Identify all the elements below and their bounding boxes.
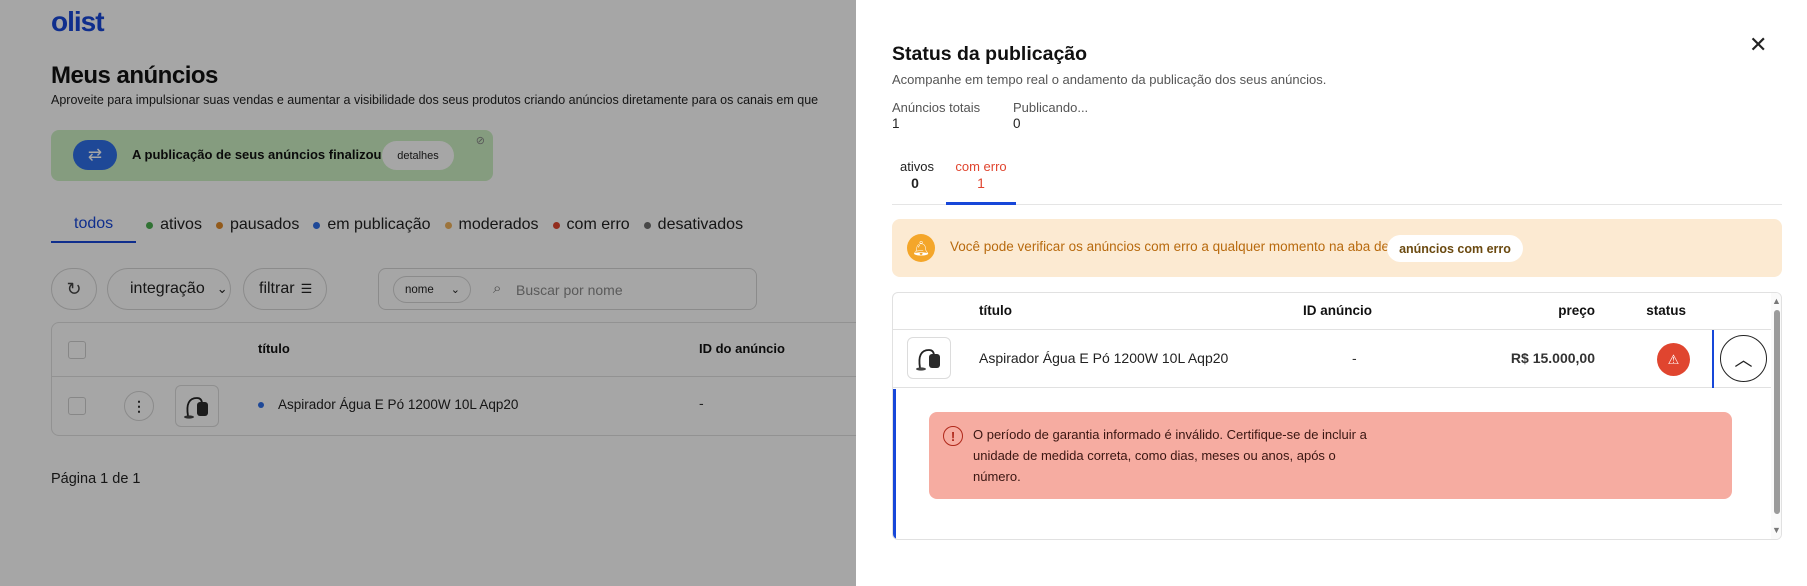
- stat-value: 0: [1013, 116, 1021, 131]
- listing-title: Aspirador Água E Pó 1200W 10L Aqp20: [979, 350, 1229, 366]
- chevron-up-icon: ︿: [1734, 349, 1753, 370]
- error-message: O período de garantia informado é inváli…: [973, 427, 1367, 484]
- listing-id: -: [1352, 350, 1357, 366]
- column-title: título: [979, 303, 1012, 318]
- error-status-icon: ⚠︎: [1657, 343, 1690, 376]
- tab-ativos[interactable]: ativos 0: [900, 158, 934, 192]
- errored-listings-table: título ID anúncio preço status Aspirador…: [892, 292, 1782, 540]
- scrollbar[interactable]: ▲ ▼: [1771, 293, 1781, 539]
- stat-publishing: Publicando... 0: [1013, 100, 1088, 132]
- tab-count: 1: [977, 175, 985, 191]
- table-header: título ID anúncio preço status: [893, 293, 1781, 330]
- drawer-subtitle: Acompanhe em tempo real o andamento da p…: [892, 72, 1327, 87]
- vacuum-image: [916, 349, 940, 371]
- alert-circle-icon: !: [943, 426, 963, 446]
- errored-listings-link[interactable]: anúncios com erro: [1387, 235, 1523, 262]
- scroll-down-arrow[interactable]: ▼: [1772, 525, 1781, 535]
- column-id: ID anúncio: [1303, 303, 1373, 318]
- table-row[interactable]: Aspirador Água E Pó 1200W 10L Aqp20 - R$…: [893, 330, 1781, 388]
- collapse-row-button[interactable]: ︿: [1720, 335, 1767, 382]
- listing-price: R$ 15.000,00: [1510, 350, 1595, 366]
- stat-label: Anúncios totais: [892, 100, 981, 115]
- column-status: status: [1646, 303, 1686, 318]
- error-info-banner: 🔔︎ Você pode verificar os anúncios com e…: [892, 219, 1782, 277]
- tab-label: ativos: [900, 159, 934, 174]
- product-thumbnail: [907, 337, 951, 379]
- stat-label: Publicando...: [1013, 100, 1089, 115]
- drawer-tabs: ativos 0 com erro 1: [892, 154, 1782, 205]
- stat-total: Anúncios totais 1: [892, 100, 980, 132]
- close-icon[interactable]: ✕: [1749, 34, 1767, 56]
- stat-value: 1: [892, 116, 900, 131]
- row-error-details: ! O período de garantia informado é invá…: [893, 389, 1775, 539]
- active-tab-indicator: [946, 202, 1016, 205]
- tab-count: 0: [911, 175, 919, 191]
- modal-backdrop[interactable]: [0, 0, 856, 586]
- expanded-row-marker: [1712, 330, 1714, 388]
- info-text: Você pode verificar os anúncios com erro…: [950, 239, 1390, 254]
- bell-icon: 🔔︎: [907, 234, 935, 262]
- drawer-title: Status da publicação: [892, 43, 1088, 65]
- publication-status-drawer: ✕ Status da publicação Acompanhe em temp…: [856, 0, 1807, 586]
- scrollbar-thumb[interactable]: [1774, 310, 1780, 514]
- tab-label: com erro: [955, 159, 1007, 174]
- error-message-box: ! O período de garantia informado é invá…: [929, 412, 1732, 499]
- scroll-up-arrow[interactable]: ▲: [1772, 296, 1781, 306]
- tab-com-erro[interactable]: com erro 1: [946, 158, 1016, 192]
